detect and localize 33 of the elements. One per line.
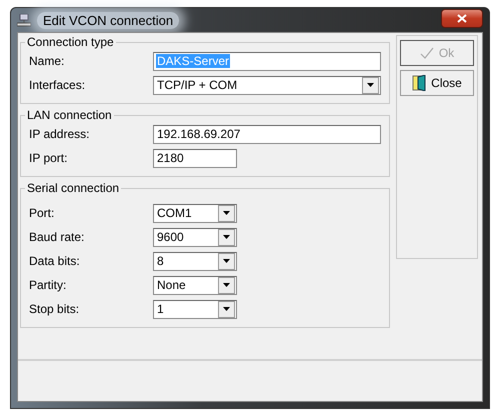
- group-title: Connection type: [26, 35, 115, 49]
- close-icon[interactable]: [457, 14, 467, 22]
- dropdown[interactable]: TCP/IP + COM: [153, 76, 381, 94]
- dropdown-arrow-icon[interactable]: [223, 307, 230, 311]
- field-label: Baud rate:: [29, 230, 86, 244]
- dropdown[interactable]: COM1: [153, 204, 237, 222]
- dropdown-arrow-icon[interactable]: [223, 259, 230, 263]
- field-label: IP address:: [29, 127, 90, 141]
- field-label: IP port:: [29, 151, 68, 165]
- field-label: Name:: [29, 54, 66, 68]
- group-title: LAN connection: [26, 108, 113, 122]
- field-label: Data bits:: [29, 254, 81, 268]
- dropdown-arrow-icon[interactable]: [367, 83, 374, 87]
- field-label: Stop bits:: [29, 302, 80, 316]
- field-label: Port:: [29, 206, 56, 220]
- close-button[interactable]: [441, 8, 483, 28]
- dropdown-arrow-icon[interactable]: [223, 283, 230, 287]
- dropdown-arrow-icon[interactable]: [223, 211, 230, 215]
- window-title: Edit VCON connection: [37, 12, 180, 28]
- group-title: Serial connection: [26, 181, 120, 195]
- field-label: Interfaces:: [29, 78, 86, 92]
- input-field[interactable]: 192.168.69.207: [153, 124, 381, 144]
- network-icon: [17, 14, 31, 26]
- dropdown-arrow-icon[interactable]: [223, 235, 230, 239]
- input-field[interactable]: 2180: [153, 148, 237, 168]
- check-icon: [420, 47, 434, 59]
- door-icon: [412, 75, 426, 91]
- dropdown[interactable]: None: [153, 276, 237, 294]
- close-dialog-button[interactable]: Close: [400, 70, 474, 96]
- dropdown[interactable]: 1: [153, 300, 237, 318]
- dropdown[interactable]: 9600: [153, 228, 237, 246]
- dropdown[interactable]: 8: [153, 252, 237, 270]
- field-label: Partity:: [29, 278, 68, 292]
